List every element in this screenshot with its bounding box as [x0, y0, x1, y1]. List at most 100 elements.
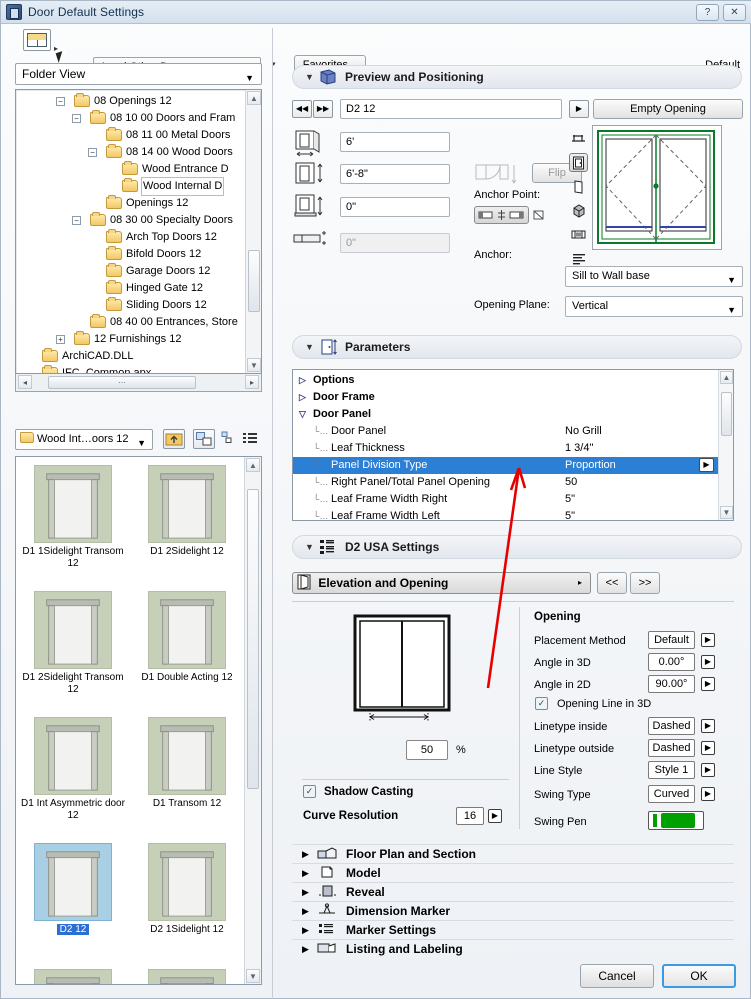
scrollbar-thumb[interactable]: [721, 392, 732, 436]
width-field[interactable]: 6': [340, 132, 450, 152]
small-icons-view-icon[interactable]: [218, 429, 240, 449]
library-item-thumbnail[interactable]: [34, 591, 112, 669]
opening-field-value-field[interactable]: 0.00°: [648, 653, 695, 671]
library-item[interactable]: D1 Double Acting 12: [130, 583, 244, 709]
tree-expander-icon[interactable]: −: [56, 97, 65, 106]
sill-depth-field[interactable]: 0": [340, 197, 450, 217]
tree-item[interactable]: Bifold Doors 12: [16, 246, 245, 263]
library-item[interactable]: D2 1Sidelight 12: [130, 835, 244, 961]
scroll-up-icon[interactable]: ▲: [247, 91, 261, 105]
curve-resolution-spinner[interactable]: ▶: [488, 809, 502, 823]
library-item-thumbnail[interactable]: [34, 843, 112, 921]
anchor-center-icon[interactable]: [497, 209, 506, 221]
library-item-thumbnail[interactable]: [148, 717, 226, 795]
scroll-up-icon[interactable]: ▲: [246, 458, 260, 472]
tree-item[interactable]: − 08 10 00 Doors and Fram: [16, 110, 245, 127]
tree-item[interactable]: Arch Top Doors 12: [16, 229, 245, 246]
opening-field-value-field[interactable]: 90.00°: [648, 675, 695, 693]
parameter-row[interactable]: ▷ Door Frame: [293, 389, 718, 406]
shadow-casting-checkbox[interactable]: ✓: [303, 785, 316, 798]
empty-opening-dropdown-arrow[interactable]: ▶: [569, 100, 589, 118]
collapsed-section-reveal[interactable]: ▶ Reveal: [292, 882, 734, 901]
expand-triangle-icon[interactable]: ▶: [302, 849, 316, 860]
opening-field-value-field[interactable]: Default: [648, 631, 695, 649]
library-item[interactable]: D1 2Sidelight 12: [130, 457, 244, 583]
parameters-list[interactable]: ▷ Options ▷ Door Frame ▽ Door Panel └… Door Pan…: [292, 369, 734, 521]
linetype-field-value-field[interactable]: Dashed: [648, 717, 695, 735]
folder-view-select[interactable]: Folder View ▼: [15, 63, 262, 85]
section-parameters[interactable]: ▼ Parameters: [292, 335, 742, 359]
tree-item[interactable]: 08 11 00 Metal Doors: [16, 127, 245, 144]
large-icons-view-icon[interactable]: [193, 429, 215, 449]
tree-expander-icon[interactable]: −: [72, 216, 81, 225]
tree-item[interactable]: − 08 30 00 Specialty Doors: [16, 212, 245, 229]
empty-opening-button[interactable]: Empty Opening: [593, 99, 743, 119]
library-item[interactable]: D2 2Sidelight 12: [130, 961, 244, 984]
division-value-field[interactable]: 50: [406, 740, 448, 760]
collapse-triangle-icon[interactable]: ▼: [305, 542, 317, 552]
list-view-icon[interactable]: [569, 249, 588, 268]
tree-expander-icon[interactable]: +: [56, 335, 65, 344]
floor-plan-view-icon[interactable]: [569, 153, 588, 172]
linetype-field-spinner-button[interactable]: ▶: [701, 719, 715, 733]
tree-item[interactable]: − 08 Openings 12: [16, 93, 245, 110]
expand-triangle-icon[interactable]: ▶: [302, 944, 316, 955]
tree-horizontal-scrollbar[interactable]: ◂ ⋯ ▸: [15, 374, 262, 392]
chevron-right-icon[interactable]: ▸: [578, 573, 582, 593]
collapsed-section-floor-plan[interactable]: ▶ Floor Plan and Section: [292, 844, 734, 863]
expand-triangle-icon[interactable]: ▶: [302, 925, 316, 936]
object-name-field[interactable]: D2 12: [340, 99, 562, 119]
parameters-scrollbar[interactable]: ▲ ▼: [718, 370, 733, 520]
library-item-thumbnail[interactable]: [148, 591, 226, 669]
tree-item[interactable]: Openings 12: [16, 195, 245, 212]
anchor-left-icon[interactable]: [478, 209, 494, 221]
collapse-triangle-icon[interactable]: ▼: [305, 342, 317, 352]
scroll-down-icon[interactable]: ▼: [246, 969, 260, 983]
tree-item[interactable]: IFC_Common.apx: [16, 365, 245, 373]
library-tree[interactable]: − 08 Openings 12 − 08 10 00 Doors and Fram 0…: [15, 89, 262, 374]
swing-field-spinner-button[interactable]: ▶: [701, 787, 715, 801]
expand-triangle-icon[interactable]: ▶: [302, 906, 316, 917]
parameter-row[interactable]: └… Leaf Frame Width Left 5": [293, 508, 718, 520]
list-view-icon[interactable]: [241, 429, 263, 449]
tree-item[interactable]: Sliding Doors 12: [16, 297, 245, 314]
previous-object-button[interactable]: ◀◀: [292, 100, 312, 118]
library-item-thumbnail[interactable]: [148, 843, 226, 921]
scrollbar-thumb[interactable]: [247, 489, 259, 789]
collapse-triangle-icon[interactable]: ▼: [305, 72, 317, 82]
opening-plane-select[interactable]: Vertical ▼: [565, 296, 743, 317]
ok-button[interactable]: OK: [662, 964, 736, 988]
tree-vertical-scrollbar[interactable]: ▲ ▼: [245, 90, 261, 373]
previous-page-button[interactable]: <<: [597, 572, 627, 594]
height-field[interactable]: 6'-8": [340, 164, 450, 184]
dimension-view-icon[interactable]: [569, 129, 588, 148]
parameter-row[interactable]: ▽ Door Panel: [293, 406, 718, 423]
door-preview[interactable]: [592, 125, 722, 250]
tree-expander-icon[interactable]: −: [72, 114, 81, 123]
anchor-point-options[interactable]: [474, 206, 545, 224]
parameter-row[interactable]: └… Panel Division Type Proportion ▶: [293, 457, 718, 474]
scrollbar-thumb[interactable]: [248, 250, 260, 312]
tree-item[interactable]: 08 40 00 Entrances, Store: [16, 314, 245, 331]
swing-field-value-field[interactable]: Curved: [648, 785, 695, 803]
grid-icon[interactable]: [23, 29, 58, 53]
section-view-icon[interactable]: [569, 225, 588, 244]
library-item[interactable]: D1 Transom 12: [130, 709, 244, 835]
library-item-thumbnail[interactable]: [148, 969, 226, 984]
anchor-extra-icon[interactable]: [533, 209, 545, 221]
hscrollbar-thumb[interactable]: ⋯: [48, 376, 196, 389]
3d-view-icon[interactable]: [569, 201, 588, 220]
parameter-row[interactable]: └… Leaf Frame Width Right 5": [293, 491, 718, 508]
anchor-select[interactable]: Sill to Wall base ▼: [565, 266, 743, 287]
cancel-button[interactable]: Cancel: [580, 964, 654, 988]
tree-item[interactable]: Wood Entrance D: [16, 161, 245, 178]
up-one-level-icon[interactable]: [163, 429, 185, 449]
library-item-thumbnail[interactable]: [34, 969, 112, 984]
wall-offset-field[interactable]: 0": [340, 233, 450, 253]
expand-triangle-icon[interactable]: ▶: [302, 887, 316, 898]
linetype-field-spinner-button[interactable]: ▶: [701, 741, 715, 755]
parameter-row[interactable]: ▷ Options: [293, 372, 718, 389]
tree-item[interactable]: +12 Furnishings 12: [16, 331, 245, 348]
collapsed-section-model[interactable]: ▶ Model: [292, 863, 734, 882]
next-object-button[interactable]: ▶▶: [313, 100, 333, 118]
